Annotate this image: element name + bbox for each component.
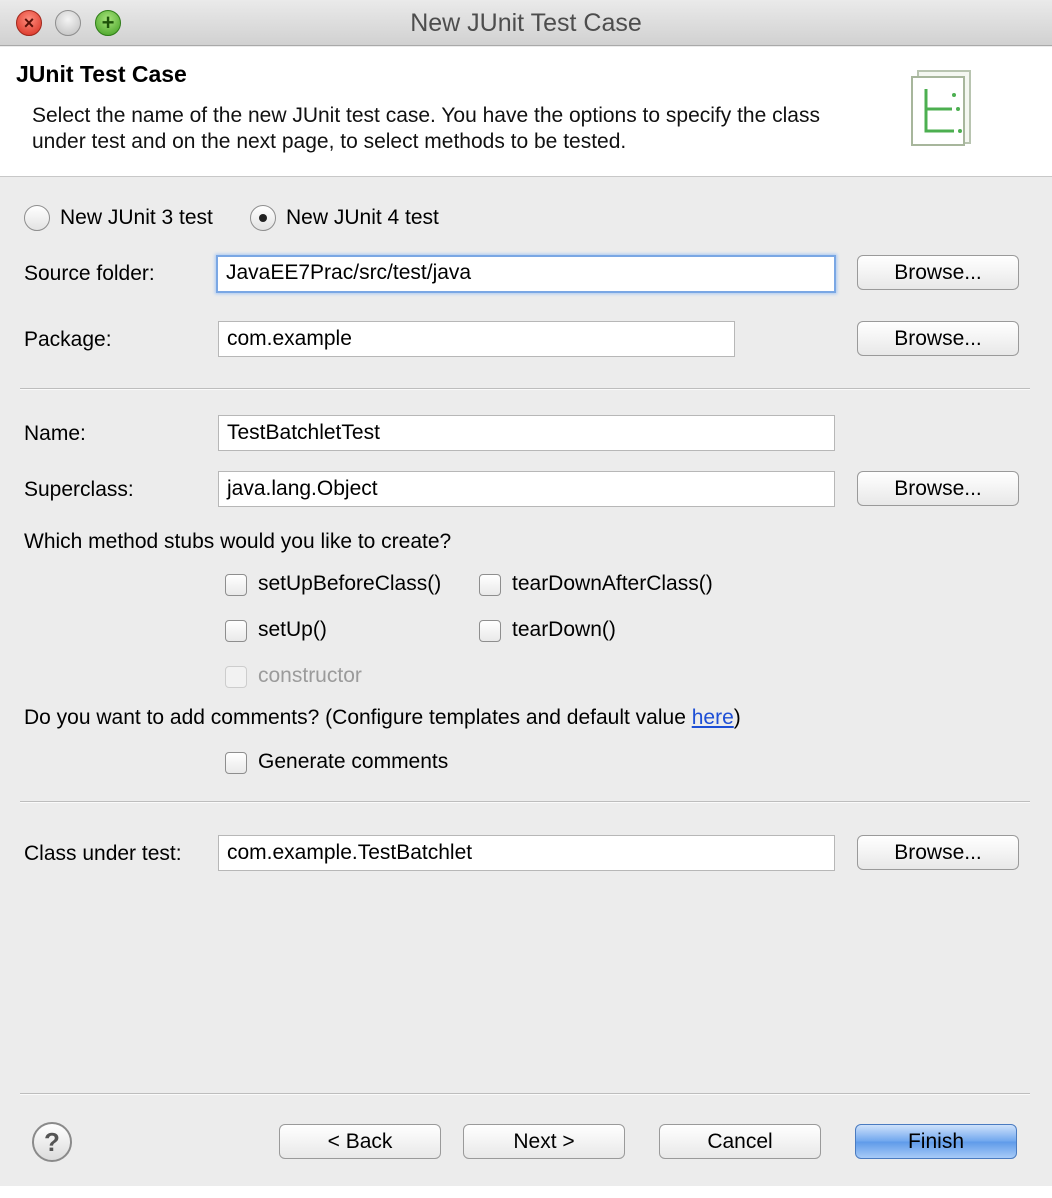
next-button[interactable]: Next > bbox=[463, 1124, 625, 1159]
teardown-label[interactable]: tearDown() bbox=[512, 618, 616, 642]
junit4-label[interactable]: New JUnit 4 test bbox=[286, 206, 439, 230]
footer-separator bbox=[20, 1093, 1030, 1095]
source-folder-field[interactable]: JavaEE7Prac/src/test/java bbox=[216, 255, 836, 293]
setup-before-class-checkbox[interactable] bbox=[225, 574, 247, 596]
generate-comments-checkbox[interactable] bbox=[225, 752, 247, 774]
help-icon[interactable]: ? bbox=[32, 1122, 72, 1162]
superclass-field[interactable]: java.lang.Object bbox=[218, 471, 835, 507]
method-stubs-question: Which method stubs would you like to cre… bbox=[24, 530, 452, 553]
junit3-label[interactable]: New JUnit 3 test bbox=[60, 206, 213, 230]
setup-checkbox[interactable] bbox=[225, 620, 247, 642]
plus-icon: + bbox=[101, 10, 115, 35]
teardown-after-class-checkbox[interactable] bbox=[479, 574, 501, 596]
new-junit-test-case-dialog: New JUnit Test Case × + JUnit Test Case … bbox=[0, 0, 1052, 1198]
window-title: New JUnit Test Case bbox=[410, 9, 642, 37]
teardown-after-class-label[interactable]: tearDownAfterClass() bbox=[512, 572, 713, 596]
superclass-label: Superclass: bbox=[24, 478, 134, 501]
back-button[interactable]: < Back bbox=[279, 1124, 441, 1159]
generate-comments-label[interactable]: Generate comments bbox=[258, 750, 448, 774]
source-folder-browse-button[interactable]: Browse... bbox=[857, 255, 1019, 290]
class-under-test-label: Class under test: bbox=[24, 842, 182, 865]
junit3-radio[interactable] bbox=[24, 205, 50, 231]
header-banner: JUnit Test Case Select the name of the n… bbox=[0, 47, 1052, 177]
superclass-browse-button[interactable]: Browse... bbox=[857, 471, 1019, 506]
background-window-strip bbox=[0, 1186, 1052, 1198]
zoom-window-button[interactable]: + bbox=[95, 10, 121, 36]
source-folder-label: Source folder: bbox=[24, 262, 155, 285]
constructor-checkbox bbox=[225, 666, 247, 688]
page-title: JUnit Test Case bbox=[16, 61, 187, 87]
comments-question-text: Do you want to add comments? (Configure … bbox=[24, 706, 692, 729]
teardown-checkbox[interactable] bbox=[479, 620, 501, 642]
package-browse-button[interactable]: Browse... bbox=[857, 321, 1019, 356]
name-label: Name: bbox=[24, 422, 86, 445]
class-under-test-browse-button[interactable]: Browse... bbox=[857, 835, 1019, 870]
minimize-window-button[interactable] bbox=[55, 10, 81, 36]
page-description: Select the name of the new JUnit test ca… bbox=[32, 104, 820, 153]
package-field[interactable]: com.example bbox=[218, 321, 735, 357]
package-label: Package: bbox=[24, 328, 112, 351]
finish-button[interactable]: Finish bbox=[855, 1124, 1017, 1159]
setup-before-class-label[interactable]: setUpBeforeClass() bbox=[258, 572, 441, 596]
comments-question: Do you want to add comments? (Configure … bbox=[24, 706, 741, 730]
separator bbox=[20, 801, 1030, 803]
setup-label[interactable]: setUp() bbox=[258, 618, 327, 642]
class-under-test-field[interactable]: com.example.TestBatchlet bbox=[218, 835, 835, 871]
junit4-radio[interactable] bbox=[250, 205, 276, 231]
title-bar: New JUnit Test Case × + bbox=[0, 0, 1052, 46]
cancel-button[interactable]: Cancel bbox=[659, 1124, 821, 1159]
junit-wizard-icon bbox=[911, 70, 971, 146]
configure-templates-link[interactable]: here bbox=[692, 706, 734, 729]
close-window-button[interactable]: × bbox=[16, 10, 42, 36]
close-icon: × bbox=[23, 13, 35, 33]
separator bbox=[20, 388, 1030, 390]
name-field[interactable]: TestBatchletTest bbox=[218, 415, 835, 451]
comments-question-close: ) bbox=[733, 706, 741, 729]
constructor-label: constructor bbox=[258, 664, 362, 687]
